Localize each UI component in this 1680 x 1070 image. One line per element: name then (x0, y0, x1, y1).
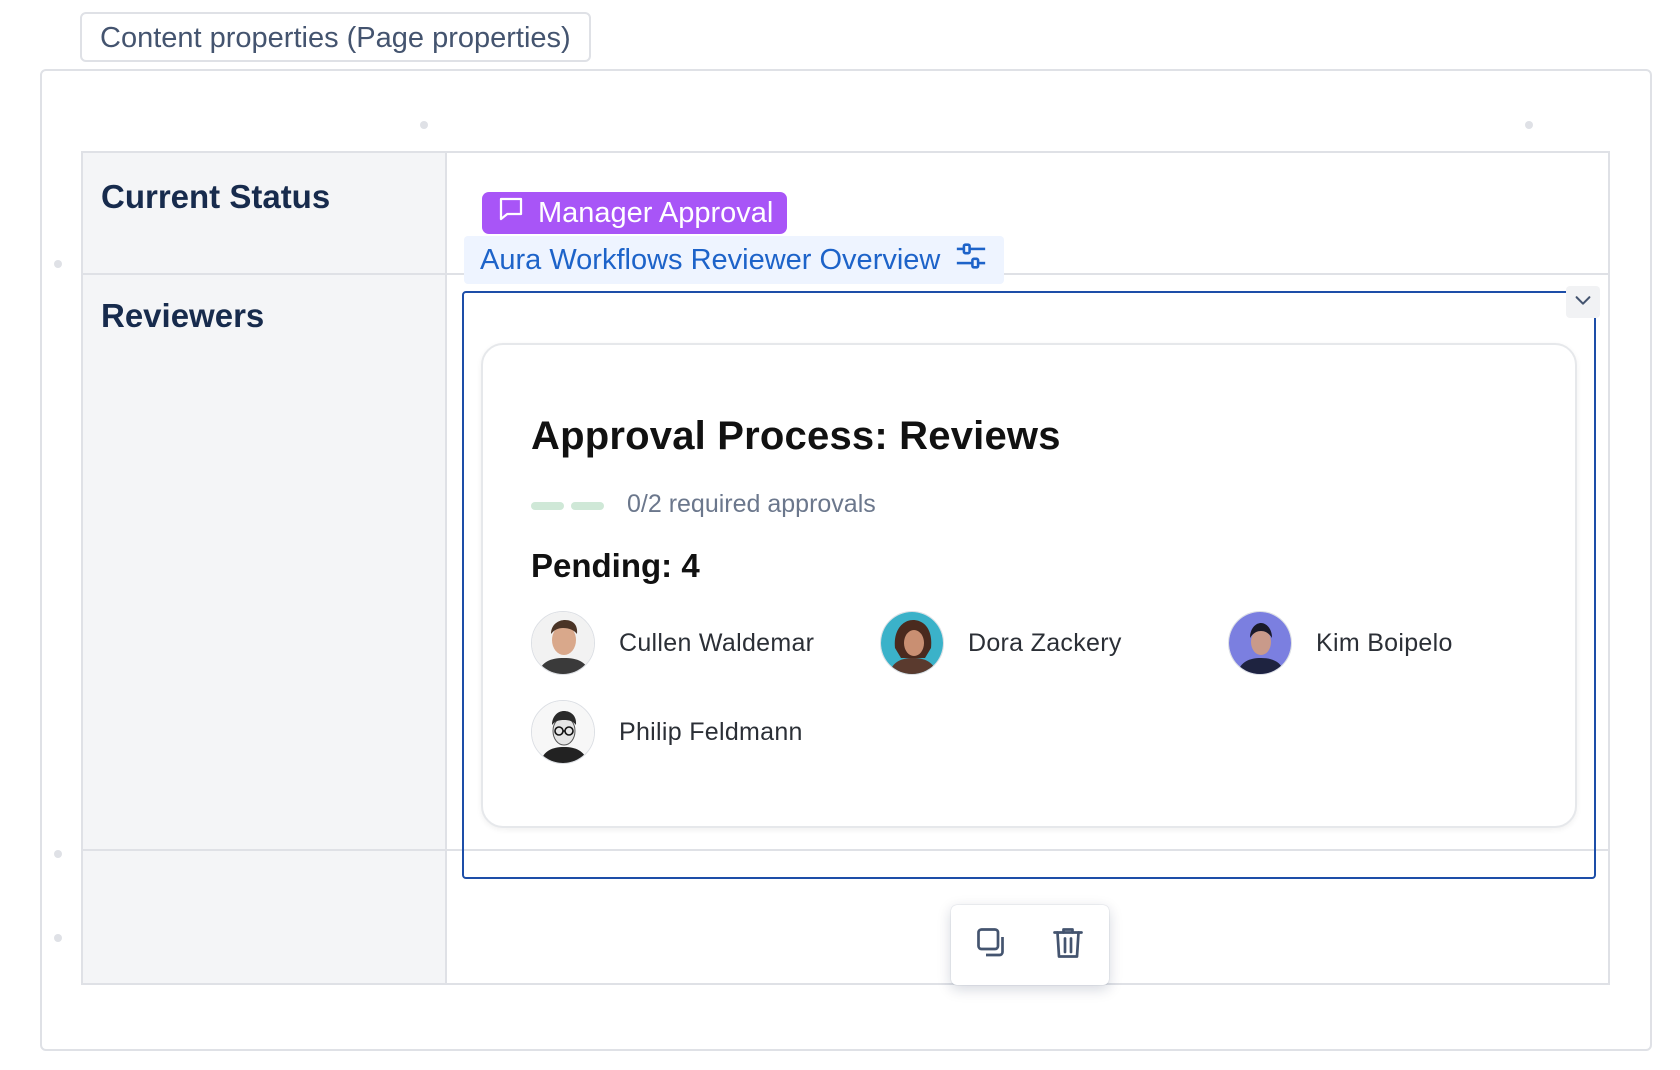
row-handle-dot[interactable] (54, 850, 62, 858)
reviewer-item[interactable]: Philip Feldmann (531, 699, 803, 765)
copy-icon (974, 925, 1010, 966)
row-header-current-status: Current Status (101, 178, 331, 215)
progress-text: 0/2 required approvals (627, 490, 876, 518)
comment-icon (496, 194, 526, 232)
avatar (880, 611, 944, 675)
copy-button[interactable] (973, 926, 1011, 964)
avatar (531, 700, 595, 764)
header-column (83, 153, 447, 983)
avatar (531, 611, 595, 675)
status-lozenge[interactable]: Manager Approval (482, 192, 788, 234)
reviewer-name: Cullen Waldemar (619, 628, 815, 657)
row-handle-dot[interactable] (54, 260, 62, 268)
trash-icon (1050, 925, 1086, 966)
card-title: Approval Process: Reviews (531, 414, 1061, 458)
reviewer-name: Kim Boipelo (1316, 628, 1453, 657)
reviewer-item[interactable]: Kim Boipelo (1228, 610, 1453, 676)
delete-button[interactable] (1049, 926, 1087, 964)
reviewer-item[interactable]: Dora Zackery (880, 610, 1122, 676)
resize-handle-dot[interactable] (1525, 121, 1533, 129)
collapse-button[interactable] (1566, 286, 1600, 318)
progress-segment (571, 502, 604, 510)
chevron-down-icon (1572, 289, 1594, 316)
reviewer-item[interactable]: Cullen Waldemar (531, 610, 814, 676)
status-label: Manager Approval (538, 196, 774, 229)
reviewer-name: Dora Zackery (968, 628, 1122, 657)
workflow-overview-link[interactable]: Aura Workflows Reviewer Overview (464, 236, 1005, 284)
row-header-reviewers: Reviewers (101, 297, 265, 334)
settings-sliders-icon (954, 239, 988, 281)
resize-handle-dot[interactable] (420, 121, 428, 129)
floating-toolbar (951, 905, 1109, 985)
progress-segment (531, 502, 564, 510)
avatar (1228, 611, 1292, 675)
reviewer-name: Philip Feldmann (619, 717, 803, 746)
row-handle-dot[interactable] (54, 934, 62, 942)
macro-label[interactable]: Content properties (Page properties) (80, 12, 591, 62)
workflow-link-label: Aura Workflows Reviewer Overview (480, 243, 941, 276)
pending-title: Pending: 4 (531, 547, 700, 584)
